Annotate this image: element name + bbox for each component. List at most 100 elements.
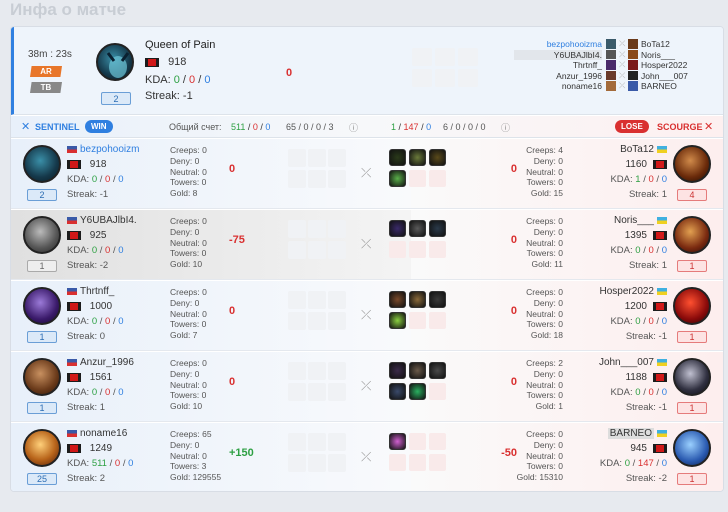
hero-mini-icon [606,81,616,91]
item-slot [288,454,306,472]
opponent-name[interactable]: John___007 [599,357,667,368]
item-slot [429,241,446,258]
rating-delta: 0 [286,67,293,79]
player-rating-delta: 0 [229,163,236,175]
player-hero-portrait[interactable] [23,358,61,396]
item-slot [389,241,406,258]
opponent-hero-portrait[interactable] [673,358,711,396]
ability-icon[interactable] [409,149,426,166]
mode-badge-tb: TB [30,82,62,93]
info-icon[interactable]: ⓘ [349,121,358,134]
info-icon[interactable]: ⓘ [501,121,510,134]
country-flag-icon [67,287,77,295]
player-name[interactable]: Y6UBAJlbI4. [67,215,137,226]
player-rating-delta: +150 [229,447,254,459]
item-slot [429,312,446,329]
country-flag-icon [67,358,77,366]
opponent-name[interactable]: BoTa12 [620,144,667,155]
ability-icon[interactable] [389,149,406,166]
item-slot [328,433,346,451]
sentinel-player[interactable]: Thrtnff_ [514,60,602,71]
country-flag-icon [67,145,77,153]
country-flag-icon [67,216,77,224]
scourge-player[interactable]: BoTa12 [641,39,721,50]
item-slot [409,241,426,258]
scourge-player[interactable]: BARNEO [641,81,721,92]
player-name[interactable]: noname16 [67,428,127,439]
ability-icon[interactable] [389,291,406,308]
player-streak: Streak: 1 [67,402,106,413]
flag-icon [653,159,667,169]
player-rating-line: 918 [67,159,106,170]
player-level-badge: 1 [27,402,57,414]
sentinel-player[interactable]: Y6UBAJlbI4. [514,49,602,61]
hero-mini-icon [628,49,638,59]
hero-name[interactable]: Queen of Pain [145,39,215,51]
sentinel-player[interactable]: bezpohooizma [514,39,602,50]
item-slot [328,291,346,309]
ability-icon[interactable] [389,220,406,237]
hero-portrait[interactable] [96,43,134,81]
scourge-total-kda: 1 / 147 / 0 [391,122,432,132]
match-duration: 38m : 23s [28,49,72,60]
flag-icon [67,301,81,311]
player-streak: Streak: -1 [67,189,109,200]
item-slot [308,291,326,309]
opponent-hero-portrait[interactable] [673,287,711,325]
opponent-name[interactable]: BARNEO [607,428,667,439]
player-farm-stats: Creeps: 0 Deny: 0 Neutral: 0 Towers: 0 Gold:… [170,216,207,270]
player-hero-portrait[interactable] [23,216,61,254]
player-hero-portrait[interactable] [23,287,61,325]
ability-icon[interactable] [409,362,426,379]
scourge-player[interactable]: Noris___ [641,50,721,61]
ability-icon[interactable] [409,383,426,400]
hero-mini-icon [606,49,616,59]
sentinel-player[interactable]: noname16 [514,81,602,92]
player-rating-line: 1561 [67,372,112,383]
versus-swords-icon: ⤫ [361,307,372,322]
opponent-hero-portrait[interactable] [673,145,711,183]
opponent-name[interactable]: Hosper2022 [600,286,667,297]
opponent-hero-portrait[interactable] [673,216,711,254]
flag-icon [145,57,159,67]
player-hero-portrait[interactable] [23,429,61,467]
scourge-player[interactable]: John___007 [641,71,721,82]
team-score-bar: ✕ SENTINEL WIN Общий счет: 511 / 0 / 0 6… [11,116,723,138]
player-row: 25 noname16 1249 KDA: 511 / 0 / 0 Streak… [11,423,723,491]
hero-mini-icon [606,70,616,80]
opponent-rating-line: 1160 [625,159,667,170]
opponent-kda: KDA: 0 / 0 / 0 [610,316,667,327]
sentinel-player[interactable]: Anzur_1996 [514,71,602,82]
opponent-rating-delta: 0 [510,305,517,317]
player-kda: KDA: 0 / 0 / 0 [67,387,124,398]
item-slot [308,312,326,330]
ability-icon[interactable] [389,362,406,379]
match-panel: 38m : 23s AR TB 2 Queen of Pain 918 KDA:… [10,26,724,492]
ability-icon[interactable] [389,312,406,329]
player-name[interactable]: Anzur_1996 [67,357,134,368]
opponent-name[interactable]: Noris___ [614,215,667,226]
match-summary: 38m : 23s AR TB 2 Queen of Pain 918 KDA:… [11,27,723,115]
item-slot [288,170,306,188]
ability-icon[interactable] [429,362,446,379]
scourge-player[interactable]: Hosper2022 [641,60,721,71]
ability-icon[interactable] [409,291,426,308]
item-slot [429,433,446,450]
opponent-streak: Streak: 1 [628,260,667,271]
player-name[interactable]: Thrtnff_ [67,286,114,297]
ability-icon[interactable] [429,149,446,166]
item-slot [328,170,346,188]
opponent-hero-portrait[interactable] [673,429,711,467]
flag-icon [653,230,667,240]
hero-mini-icon [628,60,638,70]
ability-icon[interactable] [409,220,426,237]
ability-icon[interactable] [389,170,406,187]
ability-icon[interactable] [389,383,406,400]
player-hero-portrait[interactable] [23,145,61,183]
ability-icon[interactable] [429,291,446,308]
ability-icon[interactable] [389,433,406,450]
player-name[interactable]: bezpohooizm [67,144,139,155]
item-slot [328,454,346,472]
ability-icon[interactable] [429,220,446,237]
versus-swords-icon: ⤫ [361,449,372,464]
